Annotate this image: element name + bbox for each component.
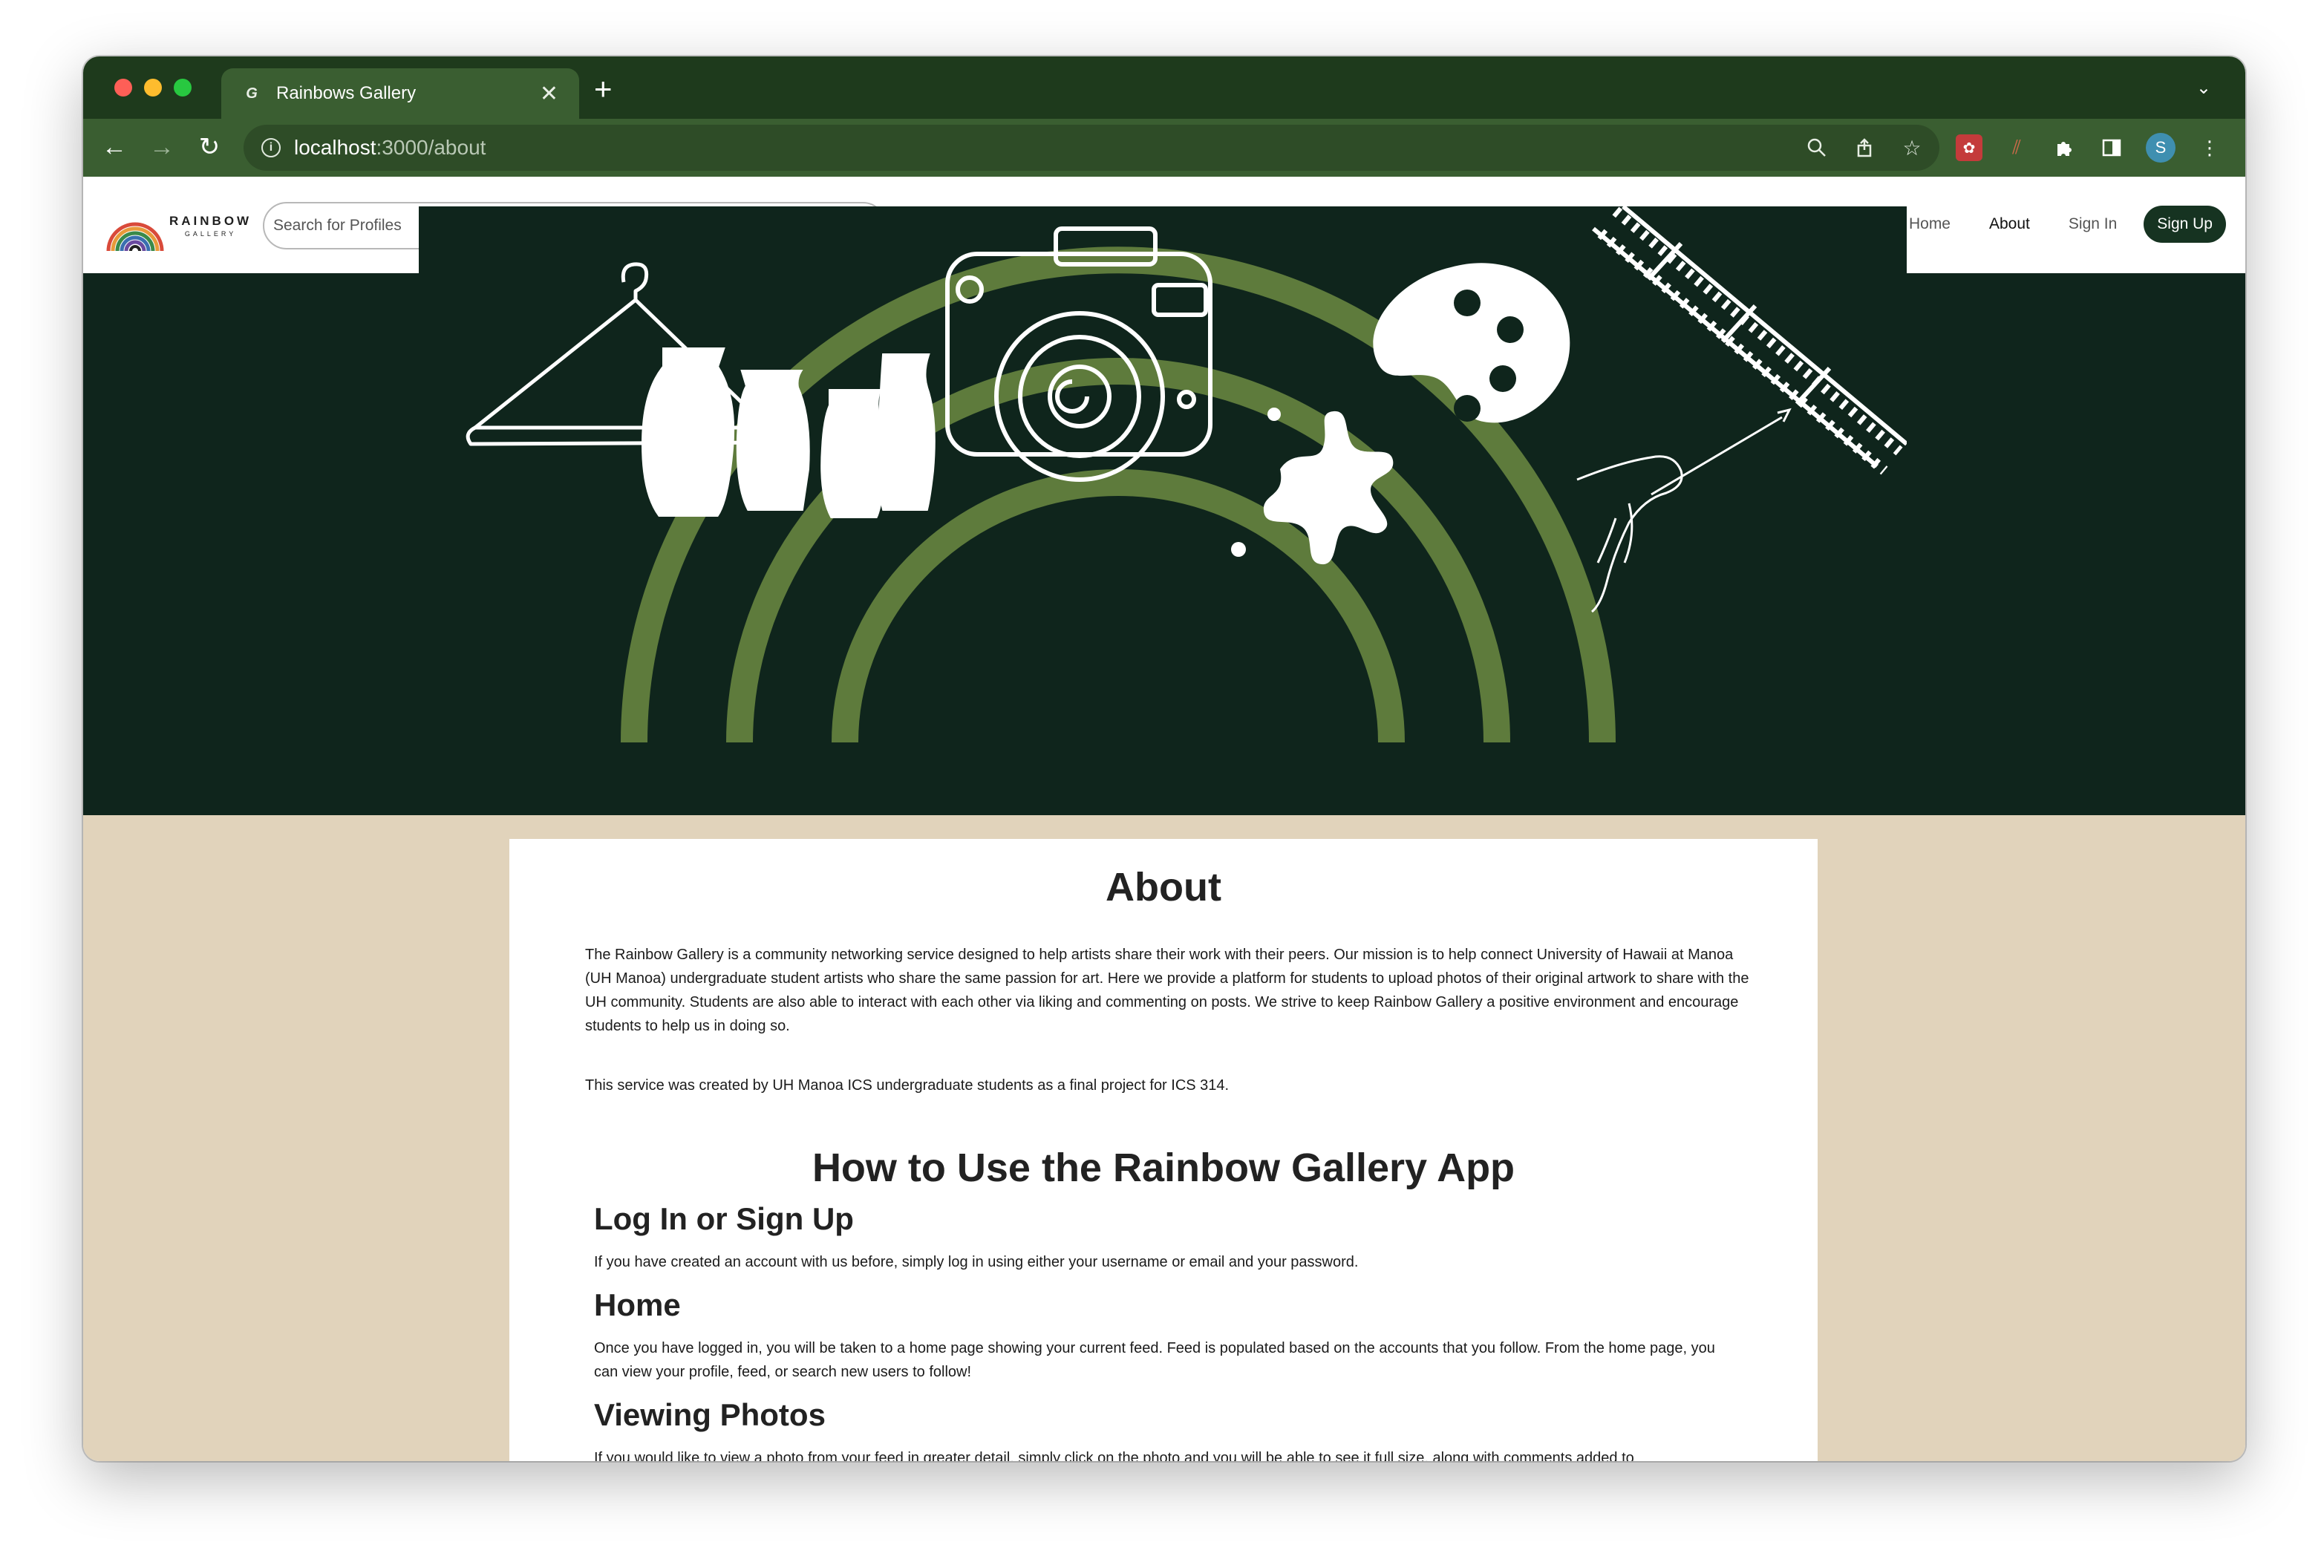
nav-about-link[interactable]: About — [1989, 215, 2030, 233]
site-info-icon[interactable]: i — [261, 138, 281, 157]
film-strip-icon — [1592, 204, 1908, 475]
browser-menu-kebab-icon[interactable]: ⋮ — [2196, 134, 2223, 161]
rainbow-gallery-logo[interactable]: RAINBOW GALLERY — [104, 197, 252, 254]
palette-icon — [1373, 263, 1570, 423]
forward-arrow-icon[interactable]: → — [144, 129, 180, 165]
address-bar-actions: ☆ — [1804, 125, 1925, 171]
howto-heading: How to Use the Rainbow Gallery App — [812, 1146, 1515, 1190]
browser-toolbar: ← → ↻ i localhost :3000/about ☆ ✿ ⫽ S ⋮ — [83, 119, 2245, 177]
url-path: :3000/about — [376, 136, 486, 159]
tab-title: Rainbows Gallery — [276, 83, 417, 103]
section-text-home: Once you have logged in, you will be tak… — [594, 1340, 1715, 1380]
section-text-viewing-photos: If you would like to view a photo from y… — [594, 1450, 1634, 1461]
minimize-window-button[interactable] — [144, 79, 162, 97]
nav-home-link[interactable]: Home — [1909, 215, 1951, 233]
active-tab[interactable]: G Rainbows Gallery ✕ — [221, 68, 579, 119]
close-window-button[interactable] — [114, 79, 132, 97]
section-heading-login: Log In or Sign Up — [594, 1201, 854, 1236]
side-panel-icon[interactable] — [2098, 134, 2125, 161]
tab-search-chevron-icon[interactable]: ⌄ — [2196, 77, 2211, 99]
hero-illustration — [419, 204, 1908, 743]
section-text-login: If you have created an account with us b… — [594, 1254, 1359, 1270]
section-heading-viewing-photos: Viewing Photos — [594, 1397, 826, 1432]
reload-icon[interactable]: ↻ — [192, 129, 227, 165]
extensions-puzzle-icon[interactable] — [2051, 134, 2077, 161]
share-icon[interactable] — [1852, 135, 1877, 160]
nav-sign-in-link[interactable]: Sign In — [2069, 215, 2117, 233]
site-nav-links: Home About Sign In Sign Up — [1870, 205, 2226, 244]
extension-stripes-icon[interactable]: ⫽ — [2003, 134, 2030, 161]
bookmark-star-icon[interactable]: ☆ — [1899, 135, 1925, 160]
logo-wordmark: RAINBOW — [169, 214, 252, 228]
about-paragraph-credits: This service was created by UH Manoa ICS… — [585, 1077, 1230, 1094]
hand-drawing-icon — [1576, 408, 1792, 613]
logo-subtitle: GALLERY — [184, 230, 237, 238]
profile-avatar[interactable]: S — [2146, 133, 2176, 163]
zoom-magnifier-icon[interactable] — [1804, 135, 1830, 160]
section-heading-home: Home — [594, 1287, 681, 1322]
about-paragraph-mission: The Rainbow Gallery is a community netwo… — [585, 947, 1749, 1034]
tab-favicon-icon: G — [246, 85, 258, 102]
page-viewport: RAINBOW GALLERY Home About Sign In Sign … — [83, 177, 2245, 1461]
about-content-card: About The Rainbow Gallery is a community… — [509, 839, 1818, 1461]
new-tab-button[interactable]: + — [594, 71, 613, 107]
rainbow-logo-icon — [106, 222, 164, 252]
address-bar[interactable]: i localhost :3000/about ☆ — [244, 125, 1939, 171]
maximize-window-button[interactable] — [174, 79, 192, 97]
sign-up-button[interactable]: Sign Up — [2144, 206, 2226, 243]
tab-strip: G Rainbows Gallery ✕ + ⌄ — [83, 56, 2245, 119]
about-heading: About — [1106, 865, 1221, 909]
back-arrow-icon[interactable]: ← — [97, 129, 132, 165]
extension-red-icon[interactable]: ✿ — [1956, 134, 1982, 161]
pottery-vases-icon — [641, 347, 936, 518]
extensions-area: ✿ ⫽ S ⋮ — [1956, 119, 2223, 177]
tab-close-icon[interactable]: ✕ — [540, 81, 558, 107]
browser-window: G Rainbows Gallery ✕ + ⌄ ← → ↻ i localho… — [83, 56, 2245, 1461]
url-host: localhost — [294, 136, 376, 159]
